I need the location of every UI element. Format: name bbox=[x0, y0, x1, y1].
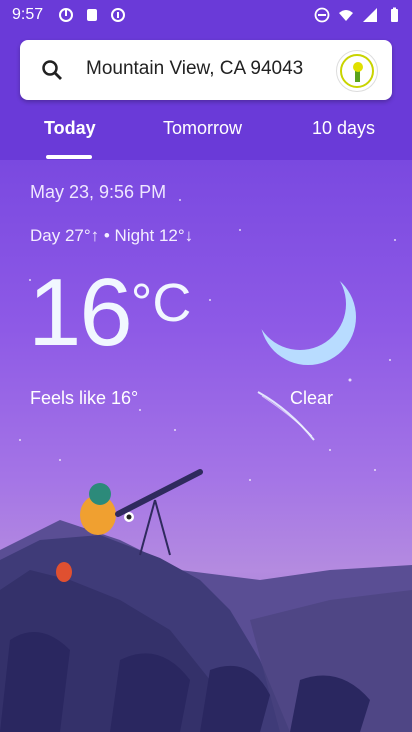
search-icon[interactable] bbox=[40, 58, 64, 82]
current-temperature: 16°C bbox=[28, 258, 191, 368]
status-time: 9:57 bbox=[12, 6, 44, 23]
avatar[interactable] bbox=[336, 50, 378, 92]
do-not-disturb-icon bbox=[314, 7, 330, 23]
wifi-icon bbox=[339, 10, 353, 21]
tab-indicator bbox=[46, 155, 92, 159]
app-header: Mountain View, CA 94043 Today Tomorrow 1… bbox=[0, 32, 412, 160]
vpn-icon bbox=[111, 8, 125, 22]
temperature-value: 16 bbox=[28, 259, 133, 366]
tab-tomorrow[interactable]: Tomorrow bbox=[163, 118, 242, 139]
cloud-download-icon bbox=[87, 9, 97, 21]
search-input[interactable]: Mountain View, CA 94043 bbox=[86, 58, 303, 80]
battery-icon bbox=[391, 7, 398, 22]
temperature-unit: °C bbox=[130, 273, 192, 333]
account-avatar-icon bbox=[340, 54, 374, 88]
weather-condition: Clear bbox=[290, 388, 334, 408]
status-bar: 9:57 bbox=[0, 0, 412, 32]
signal-icon bbox=[363, 8, 377, 22]
crescent-moon-icon bbox=[260, 269, 356, 365]
day-night-range: Day 27°↑ • Night 12°↓ bbox=[30, 226, 194, 245]
tab-today[interactable]: Today bbox=[44, 118, 96, 139]
date-time-label: May 23, 9:56 PM bbox=[30, 182, 167, 202]
tab-10-days[interactable]: 10 days bbox=[312, 118, 375, 139]
media-icon bbox=[59, 8, 73, 22]
location-search-bar[interactable]: Mountain View, CA 94043 bbox=[20, 40, 392, 100]
day-tabs: Today Tomorrow 10 days bbox=[0, 108, 412, 160]
feels-like-label: Feels like 16° bbox=[30, 388, 139, 408]
